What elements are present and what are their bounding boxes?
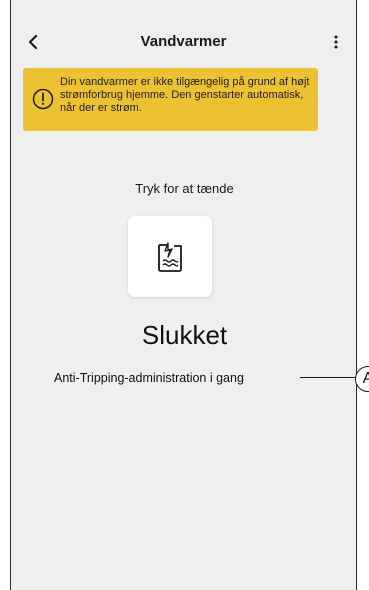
phone-screen: Vandvarmer Din vandvarmer er ikke tilgæn… xyxy=(10,0,357,590)
water-heater-toggle[interactable] xyxy=(128,216,212,297)
device-status: Slukket xyxy=(141,320,228,350)
tap-to-turn-on-label: Tryk for at tænde xyxy=(135,181,234,196)
warning-banner: Din vandvarmer er ikke tilgængelig på gr… xyxy=(23,68,318,131)
device-substatus: Anti-Tripping-administration i gang xyxy=(54,371,244,385)
warning-circle-icon xyxy=(32,88,54,110)
callout-leader-line xyxy=(300,377,357,378)
warning-text: Din vandvarmer er ikke tilgængelig på gr… xyxy=(60,76,310,114)
app-header: Vandvarmer xyxy=(11,26,356,58)
water-heater-fault-icon xyxy=(158,241,182,272)
page-title: Vandvarmer xyxy=(140,33,227,50)
more-vertical-icon xyxy=(334,35,338,49)
callout-marker: A xyxy=(355,366,369,392)
more-options-button[interactable] xyxy=(324,28,348,56)
